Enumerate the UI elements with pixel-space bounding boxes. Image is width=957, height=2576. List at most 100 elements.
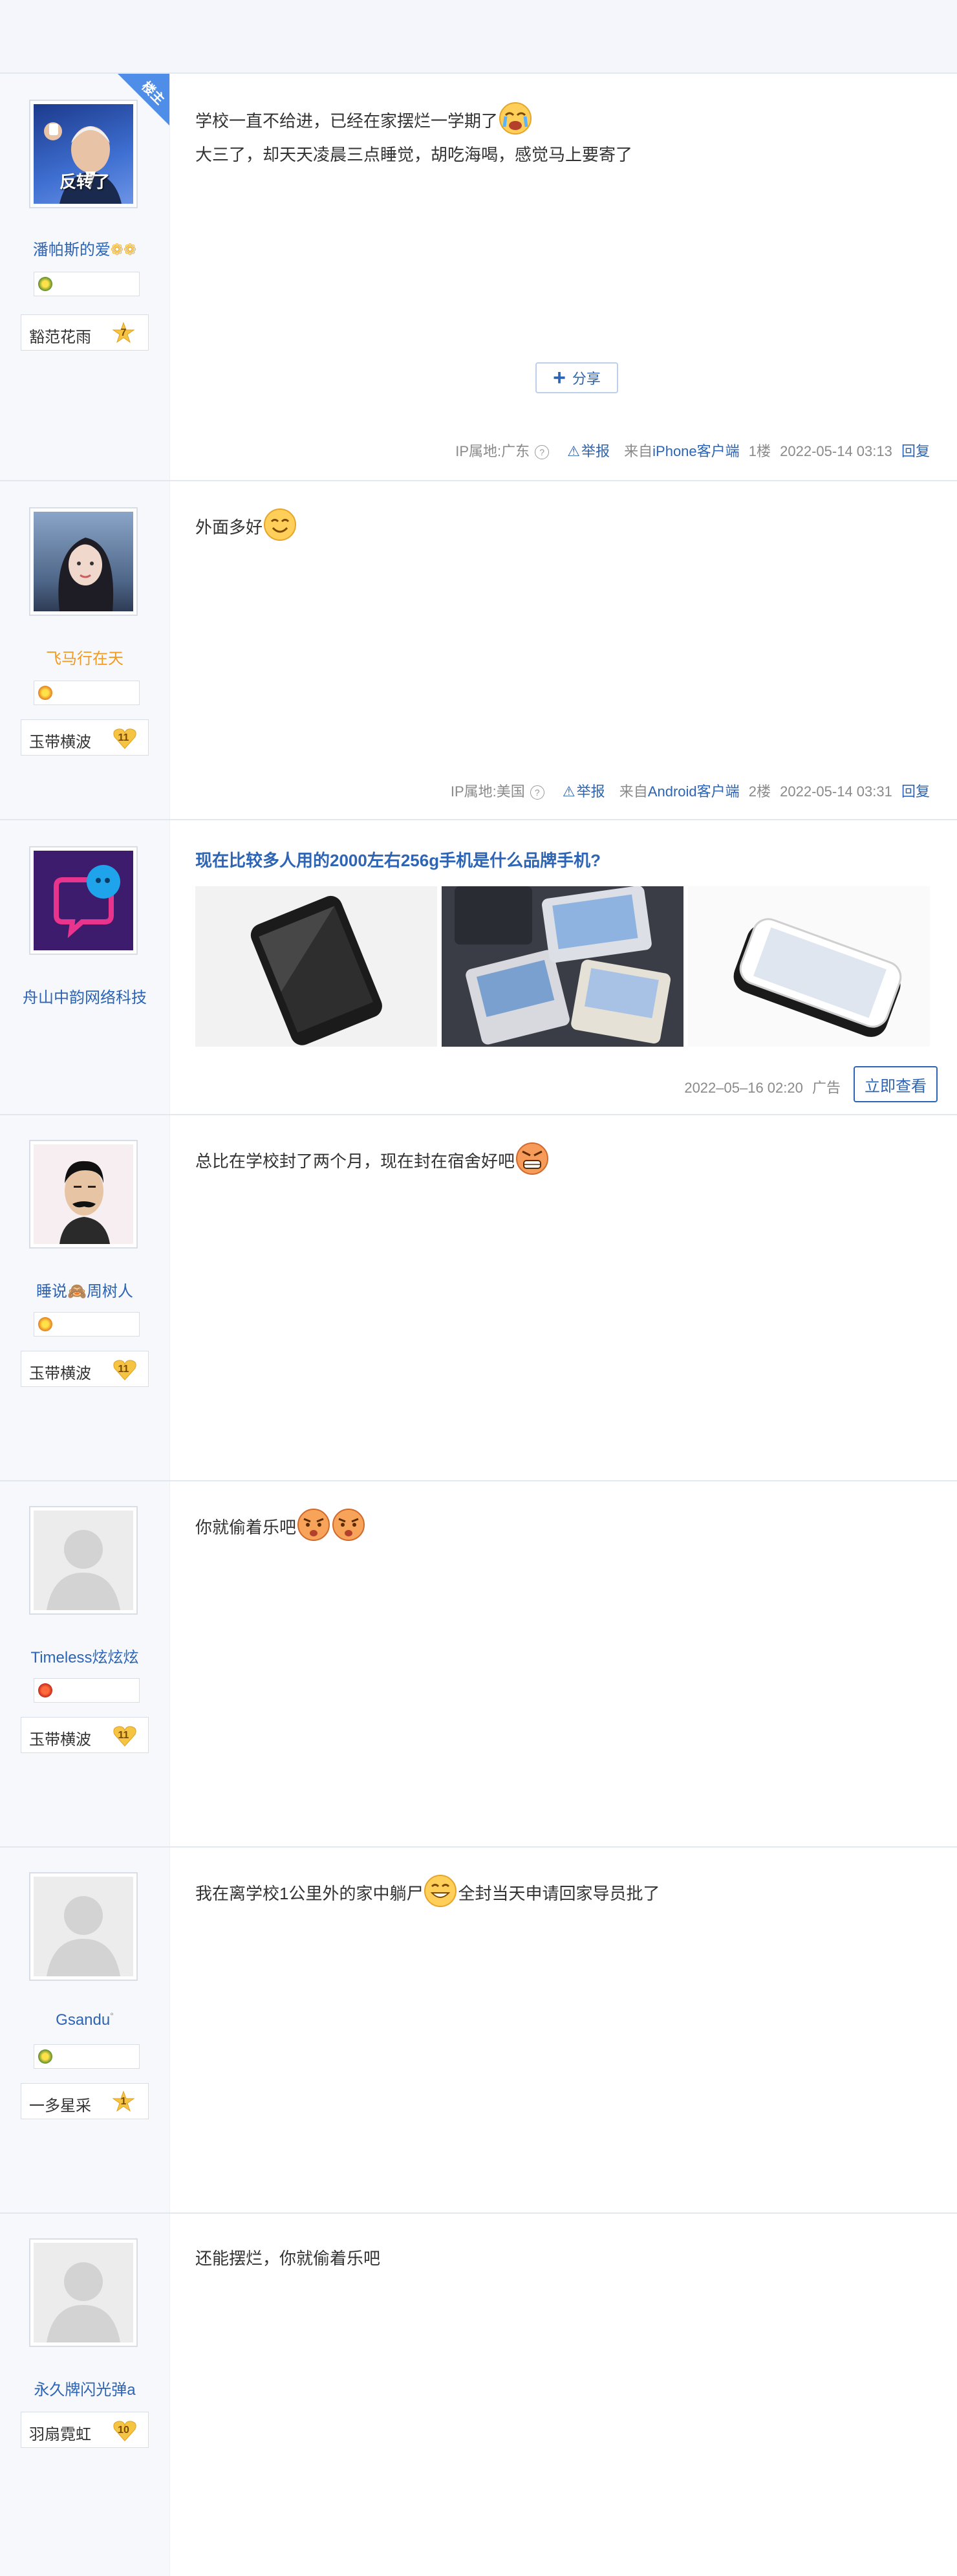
member-badge[interactable] xyxy=(34,681,140,705)
ip-location: IP属地:广东 xyxy=(455,443,530,459)
floor-number: 1楼 xyxy=(748,443,771,459)
post-line-1: 外面多好 xyxy=(195,517,263,537)
level-heart-icon: 10 xyxy=(112,2419,136,2442)
level-heart-icon: 11 xyxy=(112,726,136,750)
ad-date: 2022–05–16 02:20 xyxy=(684,1080,803,1096)
post-line-1: 总比在学校封了两个月，现在封在宿舍好吧 xyxy=(195,1151,515,1171)
author-sidebar: 睡说🙈周树人 玉带横波 11 xyxy=(0,1115,170,1480)
warning-icon: ⚠ xyxy=(562,783,575,800)
post-footer: IP属地:广东? ⚠举报 来自iPhone客户端 1楼 2022-05-14 0… xyxy=(455,443,930,460)
avatar[interactable] xyxy=(29,1506,138,1615)
post-5: Gsandu° 一多星采 1 我在离学校1公里外的家中躺尸 全封当天申请回家导员批… xyxy=(0,1846,957,2212)
level-name: 玉带横波 xyxy=(29,1731,91,1749)
level-name: 羽扇霓虹 xyxy=(29,2426,91,2443)
level-name: 豁范花雨 xyxy=(29,329,91,346)
post-content: 我在离学校1公里外的家中躺尸 全封当天申请回家导员批了 xyxy=(195,1875,931,1912)
username[interactable]: 潘帕斯的爱❁❁ xyxy=(0,237,169,259)
member-badge[interactable] xyxy=(34,2044,140,2069)
post-line-1: 还能摆烂，你就偷着乐吧 xyxy=(195,2249,381,2268)
ad-image-3[interactable] xyxy=(688,886,930,1047)
face-icon: 🙈 xyxy=(67,1283,87,1300)
avatar[interactable]: 反转了 xyxy=(29,100,138,208)
grinning-emoji-icon xyxy=(423,1873,458,1908)
top-spacer xyxy=(0,0,957,72)
post-2: 飞马行在天 玉带横波 11 外面多好 IP属地:美国? ⚠举报 来自Androi… xyxy=(0,480,957,819)
advertiser-sidebar: 舟山中韵网络科技 xyxy=(0,820,170,1114)
member-badge[interactable] xyxy=(34,1312,140,1337)
crying-emoji-icon xyxy=(498,101,533,136)
report-link[interactable]: ⚠举报 xyxy=(557,783,605,800)
post-content: 外面多好 xyxy=(195,508,931,546)
warning-icon: ⚠ xyxy=(567,443,580,459)
report-link[interactable]: ⚠举报 xyxy=(562,443,610,459)
avatar-caption: 反转了 xyxy=(59,172,111,191)
post-footer: IP属地:美国? ⚠举报 来自Android客户端 2楼 2022-05-14 … xyxy=(450,783,930,800)
level-badge[interactable]: 豁范花雨 7 xyxy=(21,314,149,351)
post-time: 2022-05-14 03:13 xyxy=(780,443,892,459)
help-icon[interactable]: ? xyxy=(530,785,544,800)
username[interactable]: 睡说🙈周树人 xyxy=(0,1278,169,1301)
level-badge[interactable]: 玉带横波 11 xyxy=(21,1351,149,1387)
post-content: 总比在学校封了两个月，现在封在宿舍好吧 xyxy=(195,1142,931,1180)
post-6: 永久牌闪光弹a 羽扇霓虹 10 还能摆烂，你就偷着乐吧 xyxy=(0,2212,957,2576)
username[interactable]: 飞马行在天 xyxy=(0,646,169,668)
level-heart-icon: 11 xyxy=(112,1358,136,1381)
username[interactable]: 永久牌闪光弹a xyxy=(0,2377,169,2399)
pouting-emoji-icon xyxy=(296,1507,331,1542)
post-time: 2022-05-14 03:31 xyxy=(780,783,892,800)
ip-location: IP属地:美国 xyxy=(450,783,525,800)
client-link[interactable]: Android客户端 xyxy=(648,783,740,800)
view-now-button[interactable]: 立即查看 xyxy=(854,1066,938,1102)
avatar[interactable] xyxy=(29,2238,138,2347)
author-sidebar: 永久牌闪光弹a 羽扇霓虹 10 xyxy=(0,2214,170,2576)
angry-emoji-icon xyxy=(515,1141,550,1176)
ad-meta: 2022–05–16 02:20 广告 xyxy=(684,1076,841,1097)
post-content: 还能摆烂，你就偷着乐吧 xyxy=(195,2243,931,2273)
reply-link[interactable]: 回复 xyxy=(901,783,930,800)
level-badge[interactable]: 玉带横波 11 xyxy=(21,719,149,756)
level-name: 玉带横波 xyxy=(29,734,91,751)
ad-post: 舟山中韵网络科技 现在比较多人用的2000左右256g手机是什么品牌手机? 20… xyxy=(0,819,957,1114)
post-4: Timeless炫炫炫 玉带横波 11 你就偷着乐吧 xyxy=(0,1480,957,1846)
post-content: 你就偷着乐吧 xyxy=(195,1509,931,1546)
ad-title[interactable]: 现在比较多人用的2000左右256g手机是什么品牌手机? xyxy=(195,847,601,871)
ad-label: 广告 xyxy=(812,1080,841,1096)
author-sidebar: 楼主 反转了 潘帕斯的爱❁❁ 豁范花雨 7 xyxy=(0,74,170,480)
username[interactable]: Timeless炫炫炫 xyxy=(0,1644,169,1667)
member-badge[interactable] xyxy=(34,272,140,296)
help-icon[interactable]: ? xyxy=(535,445,550,460)
level-name: 玉带横波 xyxy=(29,1365,91,1382)
level-heart-icon: 11 xyxy=(112,1724,136,1747)
client-link[interactable]: iPhone客户端 xyxy=(652,443,740,459)
author-sidebar: Gsandu° 一多星采 1 xyxy=(0,1848,170,2212)
ad-image-2[interactable] xyxy=(442,886,683,1047)
advertiser-name[interactable]: 舟山中韵网络科技 xyxy=(0,985,169,1007)
reply-link[interactable]: 回复 xyxy=(901,443,930,459)
pouting-emoji-icon xyxy=(331,1507,366,1542)
avatar[interactable] xyxy=(29,1140,138,1249)
post-line-1a: 我在离学校1公里外的家中躺尸 xyxy=(195,1883,424,1903)
avatar[interactable] xyxy=(29,1872,138,1981)
level-name: 一多星采 xyxy=(29,2097,91,2115)
ad-image-1[interactable] xyxy=(195,886,437,1047)
share-button[interactable]: + 分享 xyxy=(535,362,618,393)
author-sidebar: 飞马行在天 玉带横波 11 xyxy=(0,481,170,819)
smile-emoji-icon xyxy=(263,507,297,542)
avatar[interactable] xyxy=(29,507,138,616)
post-1: 楼主 反转了 潘帕斯的爱❁❁ 豁范花雨 7 学校一直不给进，已经在家摆烂一学期了… xyxy=(0,72,957,480)
plus-icon: + xyxy=(553,365,566,390)
member-badge[interactable] xyxy=(34,1678,140,1703)
username[interactable]: Gsandu° xyxy=(0,2011,169,2029)
post-line-1: 学校一直不给进，已经在家摆烂一学期了 xyxy=(195,111,499,131)
floor-number: 2楼 xyxy=(748,783,771,800)
level-badge[interactable]: 羽扇霓虹 10 xyxy=(21,2412,149,2448)
post-content: 学校一直不给进，已经在家摆烂一学期了 大三了，却天天凌晨三点睡觉，胡吃海喝，感觉… xyxy=(195,102,931,169)
level-star-icon: 7 xyxy=(112,322,135,345)
post-line-1b: 全封当天申请回家导员批了 xyxy=(458,1883,660,1903)
level-badge[interactable]: 玉带横波 11 xyxy=(21,1717,149,1753)
post-line-2: 大三了，却天天凌晨三点睡觉，胡吃海喝，感觉马上要寄了 xyxy=(195,145,633,164)
level-badge[interactable]: 一多星采 1 xyxy=(21,2083,149,2119)
advertiser-logo[interactable] xyxy=(29,846,138,955)
post-3: 睡说🙈周树人 玉带横波 11 总比在学校封了两个月，现在封在宿舍好吧 xyxy=(0,1114,957,1480)
post-line-1: 你就偷着乐吧 xyxy=(195,1517,297,1537)
